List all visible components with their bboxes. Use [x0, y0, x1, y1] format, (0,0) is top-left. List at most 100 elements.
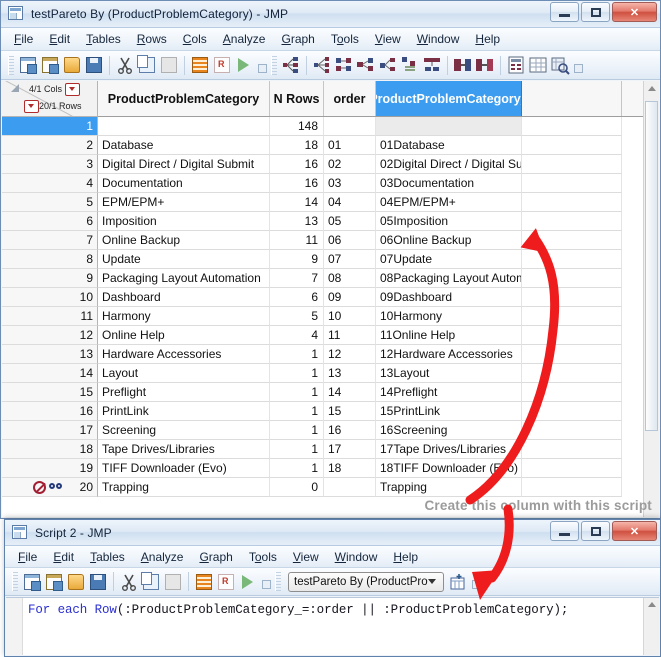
table-cell[interactable] [324, 117, 376, 136]
table-cell[interactable]: Tape Drives/Libraries [98, 440, 270, 459]
table-cell[interactable] [522, 402, 622, 421]
toolbar-overflow-icon[interactable] [261, 572, 272, 591]
close-button[interactable]: ✕ [612, 2, 657, 22]
run-script-icon[interactable] [238, 572, 258, 592]
menu-tools[interactable]: Tools [323, 30, 367, 48]
row-number-cell[interactable]: 11 [2, 307, 98, 326]
table-cell[interactable]: Imposition [98, 212, 270, 231]
row-number-cell[interactable]: 9 [2, 269, 98, 288]
matched-pairs-icon[interactable] [334, 55, 354, 75]
row-number-cell[interactable]: 1 [2, 117, 98, 136]
row-number-cell[interactable]: 16 [2, 402, 98, 421]
row-number-cell[interactable]: 3 [2, 155, 98, 174]
table-cell[interactable]: 1 [270, 459, 324, 478]
row-number-cell[interactable]: 19 [2, 459, 98, 478]
scroll-up-arrow-icon[interactable] [648, 602, 656, 607]
row-number-cell[interactable]: 12 [2, 326, 98, 345]
table-cell[interactable]: 10 [324, 307, 376, 326]
table-cell[interactable]: 5 [270, 307, 324, 326]
scroll-up-arrow-icon[interactable] [648, 86, 656, 91]
column-viewer-icon[interactable] [550, 55, 570, 75]
combo-dropdown-arrow[interactable] [427, 579, 436, 584]
table-cell[interactable]: 04EPM/EPM+ [376, 193, 522, 212]
toolbar-overflow-icon[interactable] [471, 572, 482, 591]
reliability-icon[interactable] [475, 55, 495, 75]
table-cell[interactable]: 148 [270, 117, 324, 136]
column-header-order[interactable]: order [324, 81, 376, 116]
row-number-cell[interactable]: 4 [2, 174, 98, 193]
script-menu-tables[interactable]: Tables [82, 548, 133, 566]
time-series-icon[interactable] [453, 55, 473, 75]
menu-view[interactable]: View [367, 30, 409, 48]
run-script-icon[interactable] [234, 55, 254, 75]
table-cell[interactable]: 16 [270, 174, 324, 193]
open-file-icon[interactable] [62, 55, 82, 75]
row-number-cell[interactable]: 8 [2, 250, 98, 269]
script-menu-window[interactable]: Window [327, 548, 386, 566]
menu-analyze[interactable]: Analyze [215, 30, 274, 48]
table-cell[interactable]: 02 [324, 155, 376, 174]
table-cell[interactable]: 14Preflight [376, 383, 522, 402]
table-vertical-scrollbar[interactable] [643, 81, 659, 517]
toolbar-grip[interactable] [275, 572, 281, 591]
table-cell[interactable] [522, 326, 622, 345]
table-cell[interactable]: Online Help [98, 326, 270, 345]
table-cell[interactable]: 01Database [376, 136, 522, 155]
menu-tables[interactable]: Tables [78, 30, 129, 48]
data-table-select[interactable]: testPareto By (ProductPro [288, 571, 444, 592]
table-cell[interactable]: 12Hardware Accessories [376, 345, 522, 364]
toolbar-grip[interactable] [12, 572, 18, 591]
table-cell[interactable]: 1 [270, 421, 324, 440]
cut-icon[interactable] [119, 572, 139, 592]
table-cell[interactable]: Hardware Accessories [98, 345, 270, 364]
script-menu-analyze[interactable]: Analyze [133, 548, 192, 566]
multivariate-icon[interactable] [378, 55, 398, 75]
menu-edit[interactable]: Edit [41, 30, 78, 48]
data-table-icon[interactable] [194, 572, 214, 592]
table-cell[interactable]: 10Harmony [376, 307, 522, 326]
table-cell[interactable]: Preflight [98, 383, 270, 402]
table-cell[interactable]: 11 [324, 326, 376, 345]
partition-icon[interactable] [422, 55, 442, 75]
table-cell[interactable] [522, 269, 622, 288]
editor-vertical-scrollbar[interactable] [643, 598, 659, 655]
row-number-cell[interactable]: 13 [2, 345, 98, 364]
distribution-icon[interactable] [281, 55, 301, 75]
column-header-n-rows[interactable]: N Rows [270, 81, 324, 116]
paste-icon[interactable] [159, 55, 179, 75]
table-cell[interactable]: 02Digital Direct / Digital Sub [376, 155, 522, 174]
hide-row-icon[interactable] [49, 483, 64, 492]
table-cell[interactable]: 01 [324, 136, 376, 155]
table-cell[interactable]: Packaging Layout Automation [98, 269, 270, 288]
rows-dropdown-icon[interactable] [24, 100, 39, 113]
script-menu-view[interactable]: View [285, 548, 327, 566]
table-cell[interactable] [522, 345, 622, 364]
table-cell[interactable]: Database [98, 136, 270, 155]
table-cell[interactable]: Online Backup [98, 231, 270, 250]
table-cell[interactable]: 18TIFF Downloader (Evo) [376, 459, 522, 478]
copy-icon[interactable] [141, 571, 161, 592]
close-button[interactable]: ✕ [612, 521, 657, 541]
new-data-table-icon[interactable] [18, 55, 38, 75]
table-cell[interactable]: 13 [270, 212, 324, 231]
scrollbar-thumb[interactable] [645, 101, 658, 431]
table-cell[interactable]: 05Imposition [376, 212, 522, 231]
column-header-productproblemcategory[interactable]: ProductProblemCategory [98, 81, 270, 116]
table-cell[interactable]: 1 [270, 402, 324, 421]
open-file-icon[interactable] [66, 572, 86, 592]
table-cell[interactable]: Harmony [98, 307, 270, 326]
minimize-button[interactable] [550, 2, 579, 22]
table-cell[interactable]: 1 [270, 364, 324, 383]
table-cell[interactable] [522, 307, 622, 326]
table-cell[interactable]: Screening [98, 421, 270, 440]
table-cell[interactable] [522, 364, 622, 383]
table-cell[interactable]: 9 [270, 250, 324, 269]
table-cell[interactable]: PrintLink [98, 402, 270, 421]
table-cell[interactable]: 0 [270, 478, 324, 497]
table-cell[interactable]: 17 [324, 440, 376, 459]
row-number-cell[interactable]: 6 [2, 212, 98, 231]
table-cell[interactable]: 17Tape Drives/Libraries [376, 440, 522, 459]
row-number-cell[interactable]: 15 [2, 383, 98, 402]
table-cell[interactable]: 11 [270, 231, 324, 250]
table-cell[interactable] [522, 117, 622, 136]
